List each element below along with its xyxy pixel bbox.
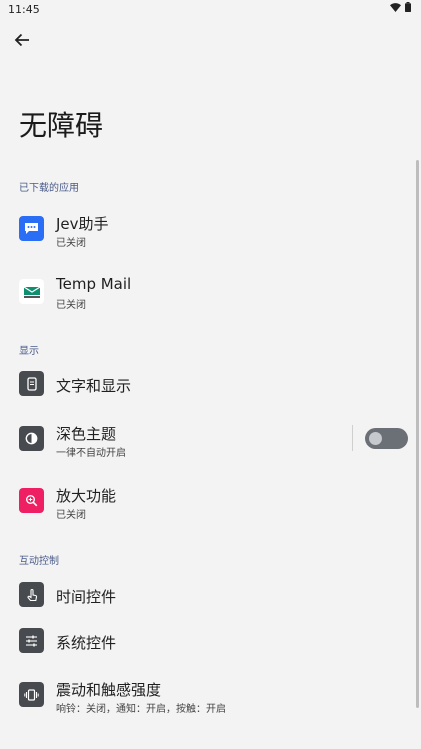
list-item-title: Jev助手 <box>56 215 109 233</box>
touch-timer-icon <box>19 582 44 607</box>
list-item-timing-controls[interactable]: 时间控件 <box>0 571 421 619</box>
phone-text-icon <box>19 371 44 396</box>
list-item-jev-assistant[interactable]: Jev助手 已关闭 <box>0 205 421 253</box>
mail-icon <box>19 279 44 304</box>
toggle-knob <box>369 432 382 445</box>
scrollbar[interactable] <box>416 160 419 708</box>
list-item-temp-mail[interactable]: Temp Mail 已关闭 <box>0 267 421 315</box>
list-item-magnification[interactable]: 放大功能 已关闭 <box>0 477 421 525</box>
list-item-text-and-display[interactable]: 文字和显示 <box>0 360 421 408</box>
list-item-title: 系统控件 <box>56 634 117 652</box>
back-button[interactable] <box>10 30 34 54</box>
arrow-back-icon <box>14 32 30 52</box>
contrast-icon <box>19 426 44 451</box>
list-item-title: 文字和显示 <box>56 377 132 395</box>
list-item-system-controls[interactable]: 系统控件 <box>0 617 421 665</box>
section-header-interaction-controls: 互动控制 <box>19 556 59 567</box>
section-header-display: 显示 <box>19 346 39 357</box>
sliders-icon <box>19 628 44 653</box>
list-item-title: 深色主题 <box>56 425 117 443</box>
list-item-title: Temp Mail <box>56 275 132 293</box>
status-time: 11:45 <box>8 3 40 16</box>
toggle-divider <box>352 425 353 451</box>
list-item-subtitle: 已关闭 <box>56 238 86 249</box>
list-item-title: 放大功能 <box>56 487 117 505</box>
list-item-subtitle: 一律不自动开启 <box>56 448 126 459</box>
list-item-subtitle: 已关闭 <box>56 300 86 311</box>
magnify-icon <box>19 488 44 513</box>
section-header-downloaded-apps: 已下载的应用 <box>19 183 79 194</box>
list-item-subtitle: 响铃：关闭，通知：开启，按触：开启 <box>56 704 226 715</box>
status-icons <box>390 2 411 15</box>
page-title: 无障碍 <box>19 109 104 142</box>
status-bar: 11:45 <box>0 0 421 18</box>
list-item-dark-theme[interactable]: 深色主题 一律不自动开启 <box>0 415 421 463</box>
battery-icon <box>405 2 411 15</box>
chat-bubble-icon <box>19 216 44 241</box>
list-item-subtitle: 已关闭 <box>56 510 86 521</box>
list-item-title: 震动和触感强度 <box>56 681 162 699</box>
vibration-icon <box>19 682 44 707</box>
dark-theme-toggle[interactable] <box>365 428 408 449</box>
wifi-icon <box>390 2 401 15</box>
list-item-vibration-haptics[interactable]: 震动和触感强度 响铃：关闭，通知：开启，按触：开启 <box>0 671 421 719</box>
list-item-title: 时间控件 <box>56 588 117 606</box>
